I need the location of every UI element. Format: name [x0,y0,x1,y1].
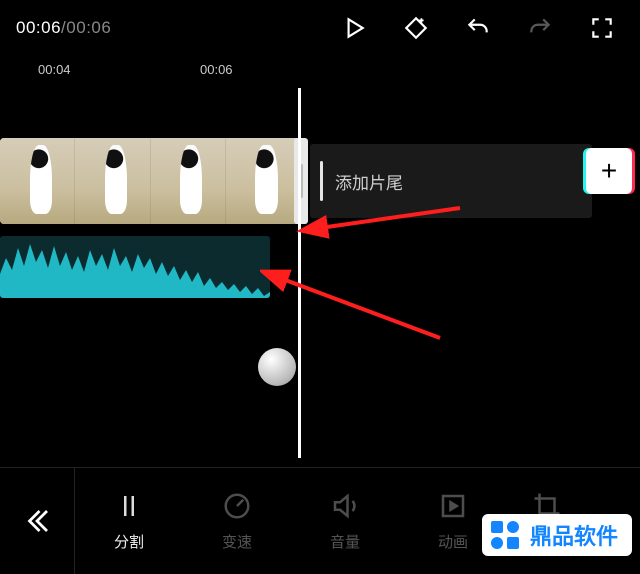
expand-icon [589,15,615,41]
speed-icon [222,491,252,521]
add-clip-button[interactable]: + [586,148,632,194]
divider-icon [320,161,323,201]
watermark-text: 鼎品软件 [530,519,618,551]
tool-label: 分割 [114,531,144,552]
audio-clip[interactable] [0,236,270,298]
playhead[interactable] [298,88,301,458]
undo-button[interactable] [456,6,500,50]
chevron-left-icon [22,506,52,536]
clip-thumbnail [0,138,74,224]
keyframe-button[interactable] [394,6,438,50]
add-ending-label: 添加片尾 [335,169,403,194]
ruler-tick: 00:06 [200,62,233,77]
fullscreen-button[interactable] [580,6,624,50]
diamond-plus-icon [403,15,429,41]
clip-thumbnail [225,138,300,224]
clip-thumbnail [74,138,149,224]
redo-icon [527,15,553,41]
waveform-icon [0,236,270,298]
scrub-knob[interactable] [258,348,296,386]
time-current: 00:06 [16,18,61,37]
video-clip[interactable] [0,138,300,224]
tool-volume[interactable]: 音量 [291,468,399,574]
tool-speed[interactable]: 变速 [183,468,291,574]
time-ruler[interactable]: 00:04 00:06 [0,62,640,88]
undo-icon [465,15,491,41]
ruler-tick: 00:04 [38,62,71,77]
plus-icon: + [601,155,617,187]
add-ending-clip[interactable]: 添加片尾 [310,144,592,218]
volume-icon [330,491,360,521]
time-total: 00:06 [66,18,111,37]
animation-icon [438,491,468,521]
clip-thumbnail [150,138,225,224]
split-icon [114,491,144,521]
back-button[interactable] [0,468,75,574]
tool-split[interactable]: 分割 [75,468,183,574]
timeline[interactable]: 添加片尾 + [0,88,640,458]
tool-label: 变速 [222,531,252,552]
redo-button[interactable] [518,6,562,50]
tool-label: 动画 [438,531,468,552]
watermark-icon [488,518,522,552]
time-display: 00:06/00:06 [16,18,111,38]
play-button[interactable] [332,6,376,50]
annotation-arrow [260,248,460,358]
tool-label: 音量 [330,531,360,552]
clip-handle[interactable] [294,138,308,224]
play-icon [341,15,367,41]
watermark: 鼎品软件 [482,514,632,556]
